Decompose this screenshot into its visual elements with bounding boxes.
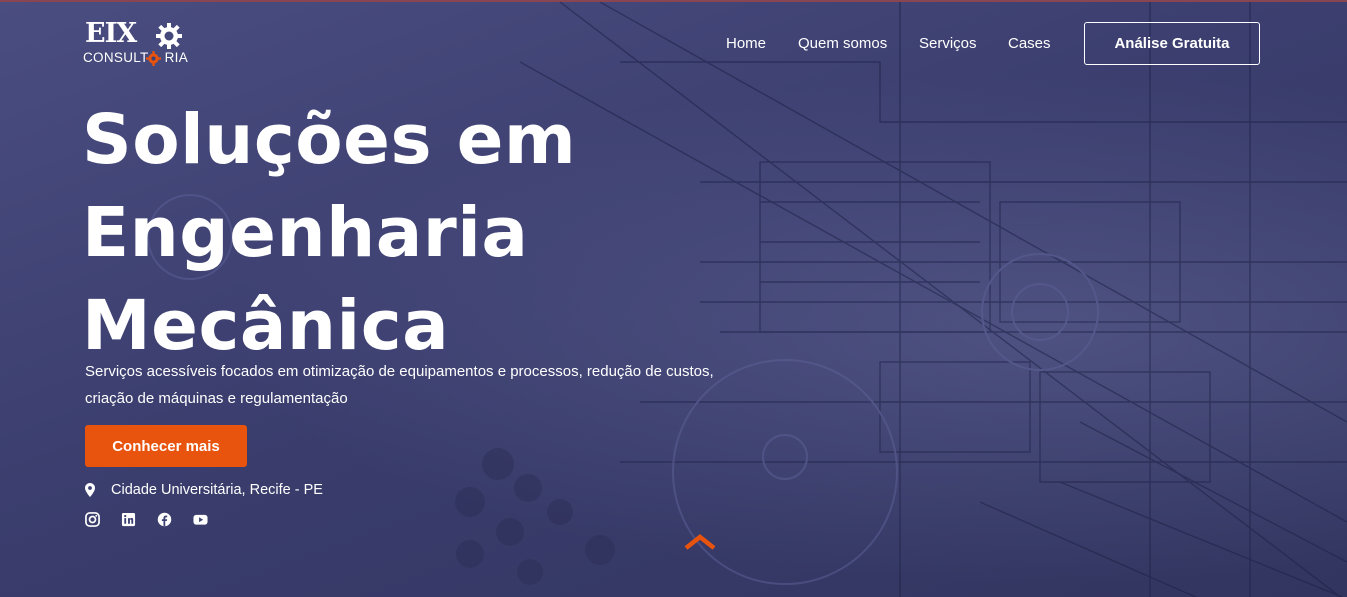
hero-headline: Soluções em Engenharia Mecânica (82, 94, 702, 373)
location: Cidade Universitária, Recife - PE (85, 480, 323, 500)
nav-quem-somos-link[interactable]: Quem somos (798, 34, 887, 54)
analise-gratuita-button[interactable]: Análise Gratuita (1084, 22, 1260, 65)
map-pin-icon (85, 483, 95, 497)
hero-section: EIX CONSULT RIA Home Quem somos Serviços… (0, 0, 1347, 597)
eixo-consultoria-logo[interactable]: EIX CONSULT RIA (82, 18, 192, 70)
nav-home-link[interactable]: Home (726, 34, 766, 54)
logo-small-gear-icon (146, 51, 161, 66)
conhecer-mais-button[interactable]: Conhecer mais (85, 425, 247, 467)
logo-subtitle-left: CONSULT (83, 50, 149, 65)
hero-subtitle: Serviços acessíveis focados em otimizaçã… (85, 363, 714, 407)
facebook-icon[interactable] (157, 512, 172, 527)
logo-subtitle-right: RIA (164, 50, 189, 65)
location-text: Cidade Universitária, Recife - PE (111, 482, 323, 498)
instagram-icon[interactable] (85, 512, 100, 527)
linkedin-icon[interactable] (121, 512, 136, 527)
youtube-icon[interactable] (193, 512, 208, 527)
logo-subtitle: CONSULT RIA (83, 49, 188, 67)
nav-servicos-link[interactable]: Serviços (919, 34, 977, 54)
social-links (85, 512, 229, 527)
chevron-up-icon[interactable] (684, 534, 716, 550)
nav-cases-link[interactable]: Cases (1008, 34, 1051, 54)
headline-line-1: Soluções em (82, 100, 577, 180)
logo-gear-icon (156, 23, 182, 49)
logo-wordmark: EIX (85, 18, 137, 49)
headline-line-2: Engenharia (82, 193, 529, 273)
